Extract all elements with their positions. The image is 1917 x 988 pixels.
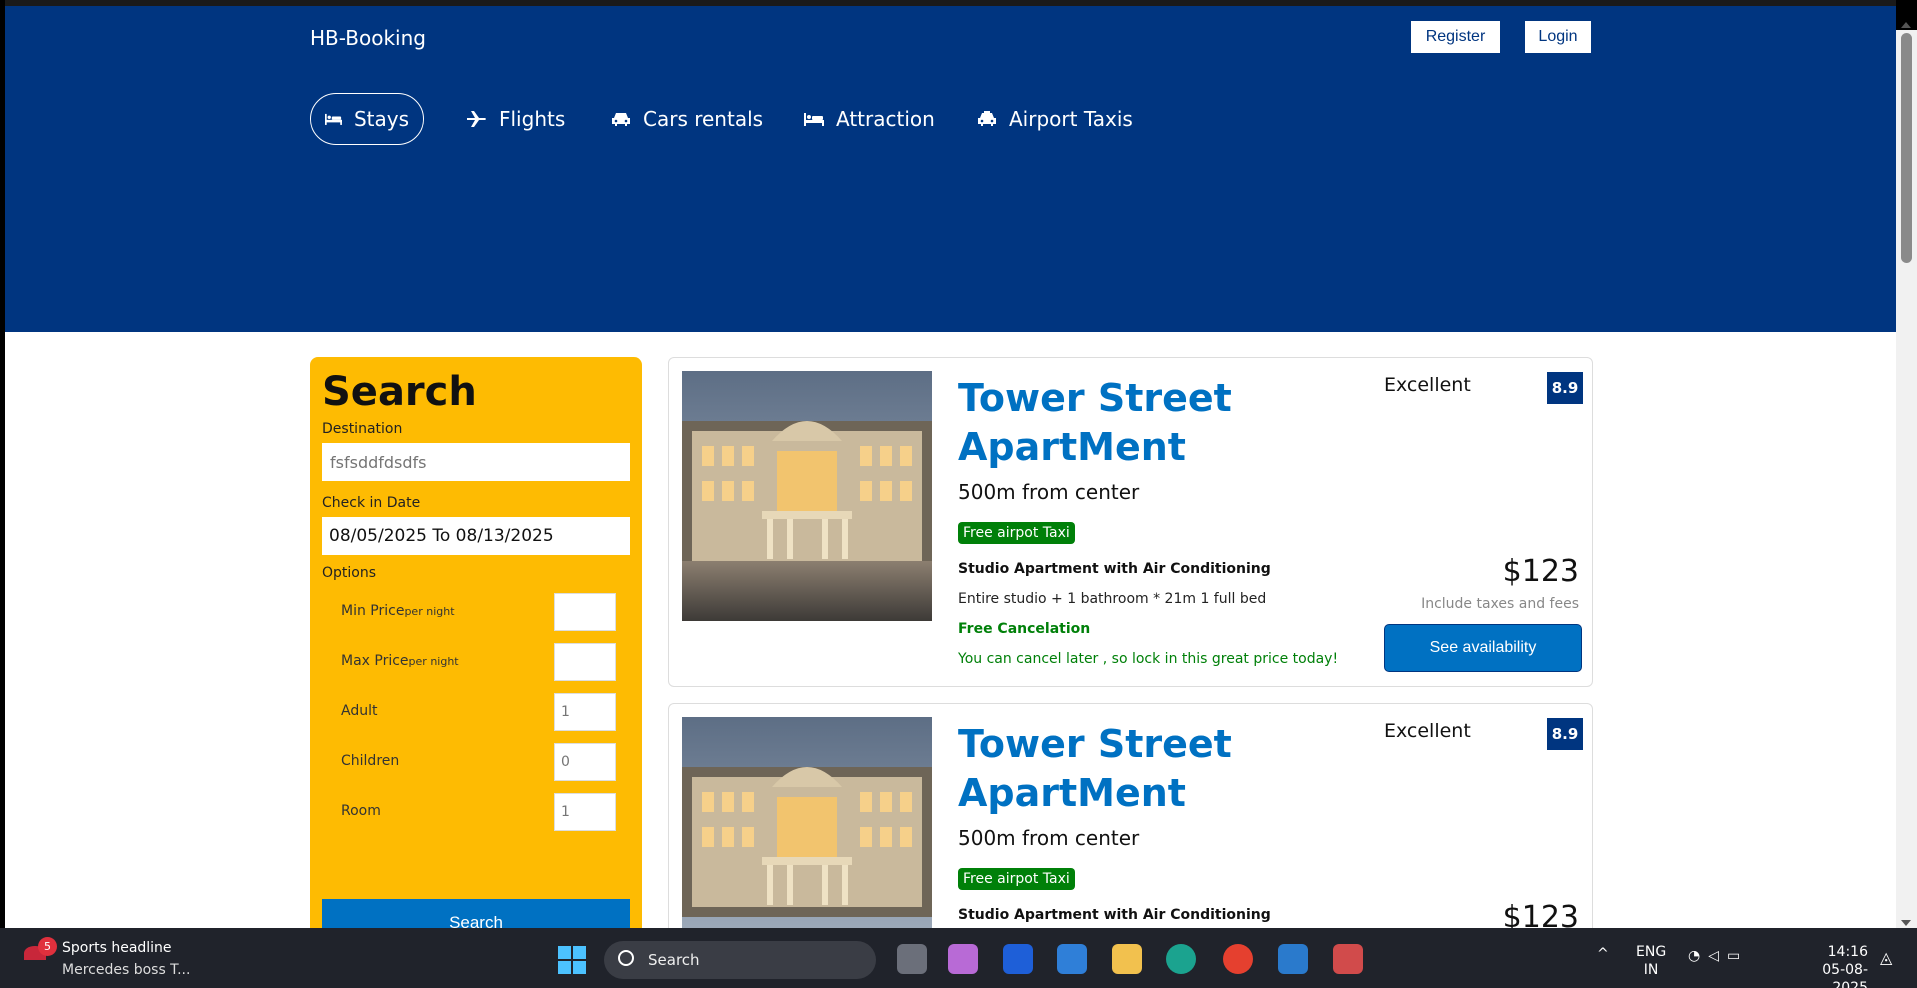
register-button[interactable]: Register bbox=[1411, 21, 1500, 53]
nav-stays-label: Stays bbox=[353, 107, 409, 131]
edge-icon[interactable] bbox=[1166, 944, 1196, 974]
room-label: Room bbox=[341, 803, 381, 819]
nav-flights-label: Flights bbox=[499, 107, 566, 131]
max-price-label: Max Priceper night bbox=[341, 653, 459, 669]
nav-taxis-label: Airport Taxis bbox=[1009, 107, 1133, 131]
lang-top: ENG bbox=[1636, 944, 1667, 960]
news-subtitle: Mercedes boss T... bbox=[62, 962, 191, 978]
clock[interactable]: 14:16 05-08-2025 bbox=[1789, 943, 1868, 988]
search-result-item: Tower Street ApartMent 500m from center … bbox=[668, 703, 1593, 928]
adult-input[interactable] bbox=[554, 693, 616, 731]
hotel-image[interactable] bbox=[682, 371, 932, 621]
option-min-price: Min Priceper night bbox=[322, 593, 630, 633]
copilot-icon[interactable] bbox=[948, 944, 978, 974]
min-price-input[interactable] bbox=[554, 593, 616, 631]
room-type: Studio Apartment with Air Conditioning bbox=[958, 907, 1271, 923]
price: $123 bbox=[1502, 900, 1579, 928]
language-indicator[interactable]: ENG IN bbox=[1636, 943, 1666, 979]
scroll-down-arrow-icon[interactable] bbox=[1901, 920, 1911, 926]
taxi-badge: Free airpot Taxi bbox=[958, 868, 1075, 890]
adult-label: Adult bbox=[341, 703, 378, 719]
volume-icon[interactable]: ◁ bbox=[1708, 948, 1727, 964]
car-icon bbox=[612, 113, 630, 126]
free-cancellation: Free Cancelation bbox=[958, 621, 1091, 637]
tax-note: Include taxes and fees bbox=[1421, 596, 1579, 612]
search-panel: Search Destination Check in Date 08/05/2… bbox=[310, 357, 642, 928]
cancellation-subtitle: You can cancel later , so lock in this g… bbox=[958, 651, 1339, 667]
search-icon bbox=[618, 950, 634, 966]
options-label: Options bbox=[322, 565, 377, 581]
page-scrollbar[interactable] bbox=[1896, 22, 1917, 928]
room-input[interactable] bbox=[554, 793, 616, 831]
plane-icon bbox=[467, 111, 486, 127]
clock-date: 05-08-2025 bbox=[1822, 962, 1868, 988]
children-input[interactable] bbox=[554, 743, 616, 781]
notification-bell-icon[interactable]: ◬ bbox=[1880, 948, 1892, 967]
taskbar-search-label: Search bbox=[648, 951, 700, 969]
see-availability-button[interactable]: See availability bbox=[1384, 624, 1582, 672]
destination-input[interactable] bbox=[322, 443, 630, 481]
option-room: Room bbox=[322, 793, 630, 833]
windows-taskbar: 5 Sports headline Mercedes boss T... Sea… bbox=[0, 928, 1917, 988]
nav-flights[interactable]: Flights bbox=[467, 93, 565, 145]
scroll-thumb[interactable] bbox=[1901, 33, 1912, 263]
rating-text: Excellent bbox=[1384, 374, 1471, 396]
hotel-image[interactable] bbox=[682, 717, 932, 928]
option-adult: Adult bbox=[322, 693, 630, 733]
option-max-price: Max Priceper night bbox=[322, 643, 630, 683]
lang-bottom: IN bbox=[1643, 962, 1659, 978]
tray-icons[interactable]: ◔◁▭ bbox=[1688, 948, 1748, 964]
nav-stays[interactable]: Stays bbox=[310, 93, 424, 145]
task-view-icon[interactable] bbox=[897, 944, 927, 974]
battery-icon[interactable]: ▭ bbox=[1727, 948, 1748, 964]
distance-text: 500m from center bbox=[958, 826, 1140, 850]
checkin-label: Check in Date bbox=[322, 495, 421, 511]
wifi-icon[interactable]: ◔ bbox=[1688, 948, 1708, 964]
children-label: Children bbox=[341, 753, 400, 769]
snipping-tool-icon[interactable] bbox=[1333, 944, 1363, 974]
nav-attraction-label: Attraction bbox=[836, 107, 935, 131]
scroll-up-arrow-icon[interactable] bbox=[1901, 22, 1911, 28]
nav-airport-taxis[interactable]: Airport Taxis bbox=[977, 93, 1133, 145]
option-children: Children bbox=[322, 743, 630, 783]
rating-badge: 8.9 bbox=[1547, 372, 1583, 404]
bed-icon bbox=[325, 113, 342, 125]
date-range-field[interactable]: 08/05/2025 To 08/13/2025 bbox=[322, 517, 630, 555]
bed-icon bbox=[804, 113, 824, 126]
tray-chevron-up-icon[interactable]: ^ bbox=[1597, 946, 1609, 962]
search-button[interactable]: Search bbox=[322, 899, 630, 928]
hotel-title[interactable]: Tower Street ApartMent bbox=[958, 374, 1278, 472]
room-type: Studio Apartment with Air Conditioning bbox=[958, 561, 1271, 577]
min-price-label: Min Priceper night bbox=[341, 603, 455, 619]
hotel-title[interactable]: Tower Street ApartMent bbox=[958, 720, 1278, 818]
browser-viewport: HB-Booking Register Login Stays Flights … bbox=[5, 0, 1896, 928]
news-badge: 5 bbox=[38, 937, 57, 956]
taxi-badge: Free airpot Taxi bbox=[958, 522, 1075, 544]
nav-attraction[interactable]: Attraction bbox=[804, 93, 935, 145]
price: $123 bbox=[1502, 554, 1579, 589]
store-icon[interactable] bbox=[1057, 944, 1087, 974]
taxi-icon bbox=[978, 111, 996, 126]
search-title: Search bbox=[322, 369, 477, 415]
news-title: Sports headline bbox=[62, 940, 172, 956]
file-explorer-icon[interactable] bbox=[1112, 944, 1142, 974]
destination-label: Destination bbox=[322, 421, 403, 437]
clock-time: 14:16 bbox=[1827, 944, 1868, 960]
distance-text: 500m from center bbox=[958, 480, 1140, 504]
rating-text: Excellent bbox=[1384, 720, 1471, 742]
vscode-icon[interactable] bbox=[1278, 944, 1308, 974]
room-description: Entire studio + 1 bathroom * 21m 1 full … bbox=[958, 591, 1267, 607]
nav-cars-label: Cars rentals bbox=[643, 107, 764, 131]
login-button[interactable]: Login bbox=[1525, 21, 1591, 53]
max-price-input[interactable] bbox=[554, 643, 616, 681]
windows-start-icon[interactable] bbox=[558, 946, 586, 974]
app-icon[interactable] bbox=[1003, 944, 1033, 974]
chrome-icon[interactable] bbox=[1223, 944, 1253, 974]
rating-badge: 8.9 bbox=[1547, 718, 1583, 750]
brand-logo[interactable]: HB-Booking bbox=[310, 26, 426, 50]
nav-cars-rentals[interactable]: Cars rentals bbox=[611, 93, 763, 145]
taskbar-search[interactable]: Search bbox=[604, 941, 876, 979]
hero-header: HB-Booking Register Login Stays Flights … bbox=[5, 6, 1896, 332]
search-result-item: Tower Street ApartMent 500m from center … bbox=[668, 357, 1593, 687]
